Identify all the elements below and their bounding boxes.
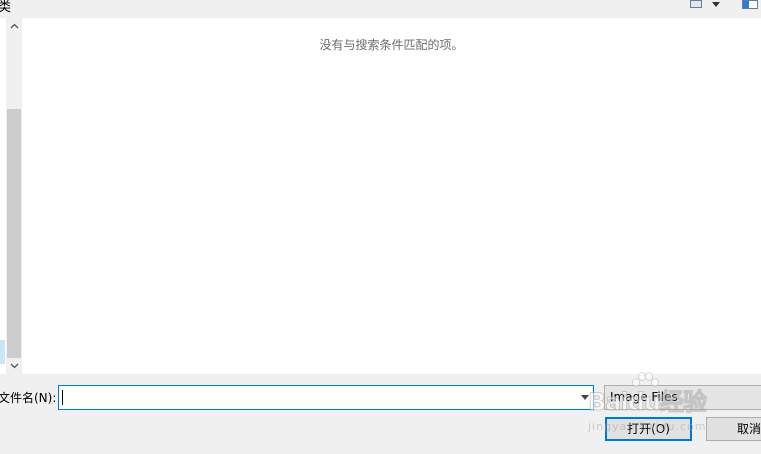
toolbar: 类 xyxy=(0,0,761,18)
filetype-value: Image Files xyxy=(610,390,678,404)
scroll-down-button[interactable] xyxy=(6,358,22,374)
preview-pane-icon[interactable] xyxy=(742,0,758,9)
nav-scrollbar[interactable] xyxy=(6,18,22,374)
filetype-select[interactable]: Image Files xyxy=(604,385,761,410)
cancel-button[interactable]: 取消 xyxy=(706,417,761,441)
view-options-icon[interactable] xyxy=(690,0,702,8)
chevron-down-icon[interactable] xyxy=(712,2,720,7)
filename-input[interactable] xyxy=(63,388,563,407)
scroll-thumb[interactable] xyxy=(7,109,21,358)
nav-selected-item[interactable] xyxy=(0,340,5,364)
filename-label: 文件名(N): xyxy=(0,391,57,405)
dropdown-arrow-icon[interactable] xyxy=(581,395,589,400)
file-list-area[interactable]: 没有与搜索条件匹配的项。 xyxy=(22,18,761,374)
empty-results-message: 没有与搜索条件匹配的项。 xyxy=(319,38,464,52)
open-button[interactable]: 打开(O) xyxy=(605,417,692,441)
chevron-down-icon xyxy=(10,363,18,369)
scroll-up-button[interactable] xyxy=(6,18,22,34)
filename-combobox[interactable] xyxy=(58,385,594,410)
folder-type-label: 类 xyxy=(0,0,12,15)
chevron-up-icon xyxy=(10,23,18,29)
